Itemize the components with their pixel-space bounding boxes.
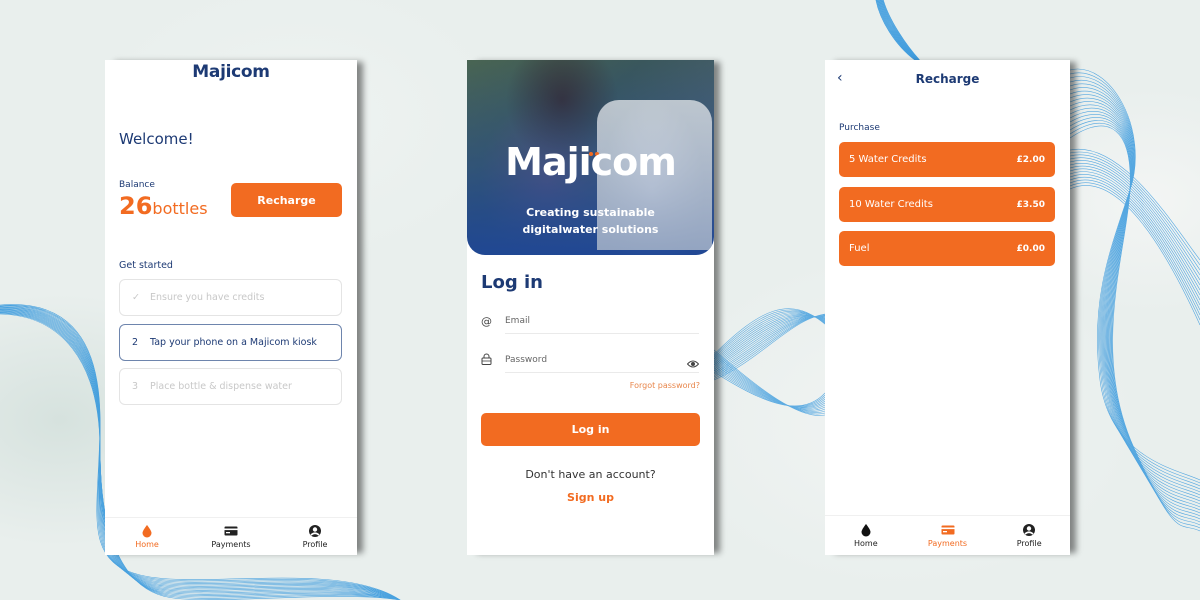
card-icon	[941, 525, 954, 535]
login-button[interactable]: Log in	[481, 413, 700, 446]
nav-label: Profile	[302, 540, 328, 549]
balance-number: 26	[119, 192, 153, 220]
option-label: 10 Water Credits	[849, 199, 933, 210]
wave-line	[1069, 151, 1200, 266]
option-price: £2.00	[1016, 154, 1045, 165]
nav-label: Home	[854, 539, 878, 548]
wave-line	[1069, 68, 1200, 481]
balance-label: Balance	[119, 180, 155, 190]
tagline-line-2: digitalwater solutions	[522, 223, 659, 236]
step-ensure-credits[interactable]: ✓ Ensure you have credits	[119, 279, 342, 316]
tagline-line-1: Creating sustainable	[526, 206, 655, 219]
sign-up-link[interactable]: Sign up	[467, 491, 714, 504]
wave-line	[1069, 177, 1200, 311]
step-tap-phone[interactable]: 2 Tap your phone on a Majicom kiosk	[119, 324, 342, 361]
bottom-nav: Home Payments Profile	[825, 515, 1070, 555]
step-label: Ensure you have credits	[150, 292, 265, 303]
check-icon: ✓	[132, 292, 140, 303]
balance-value: 26bottles	[119, 192, 208, 220]
wave-line	[1069, 165, 1200, 291]
option-label: Fuel	[849, 243, 870, 254]
option-5-water-credits[interactable]: 5 Water Credits £2.00	[839, 142, 1055, 177]
password-input[interactable]	[505, 347, 699, 373]
recharge-screen: ‹ Recharge Purchase 5 Water Credits £2.0…	[825, 60, 1070, 555]
nav-label: Home	[135, 540, 159, 549]
bottom-nav: Home Payments Profile	[105, 517, 357, 555]
profile-icon	[1023, 524, 1036, 536]
recharge-button[interactable]: Recharge	[231, 183, 342, 217]
profile-icon	[309, 525, 321, 537]
nav-home[interactable]: Home	[825, 516, 907, 555]
majicom-logo: Majicom	[192, 62, 270, 82]
wave-line	[713, 315, 826, 376]
wave-line	[1069, 179, 1200, 316]
wave-line	[713, 315, 826, 366]
tagline: Creating sustainable digitalwater soluti…	[467, 204, 714, 238]
nav-label: Payments	[211, 540, 251, 549]
purchase-label: Purchase	[839, 123, 880, 133]
option-10-water-credits[interactable]: 10 Water Credits £3.50	[839, 187, 1055, 222]
drop-icon	[861, 524, 871, 537]
nav-payments[interactable]: Payments	[907, 516, 989, 555]
at-icon: @	[481, 314, 492, 328]
page-title: Recharge	[915, 72, 980, 86]
email-input[interactable]	[505, 308, 699, 334]
forgot-password-link[interactable]: Forgot password?	[630, 381, 700, 390]
login-screen: Majicom Creating sustainable digitalwate…	[467, 60, 714, 555]
wave-line	[881, 0, 919, 61]
get-started-label: Get started	[119, 260, 173, 271]
nav-home[interactable]: Home	[105, 518, 189, 555]
wave-line	[713, 313, 826, 361]
step-label: Place bottle & dispense water	[150, 381, 292, 392]
eye-icon[interactable]	[686, 354, 700, 373]
card-icon	[224, 526, 238, 536]
hero-logo: Majicom	[505, 140, 677, 184]
option-label: 5 Water Credits	[849, 154, 927, 165]
lock-icon	[481, 353, 505, 368]
login-title: Log in	[481, 272, 543, 293]
option-fuel[interactable]: Fuel £0.00	[839, 231, 1055, 266]
step-number: 3	[132, 381, 139, 392]
step-number: 2	[132, 337, 139, 348]
email-field-row: @	[481, 308, 699, 334]
nav-label: Payments	[927, 539, 968, 548]
balance-unit: bottles	[152, 199, 208, 218]
no-account-text: Don't have an account?	[525, 468, 656, 481]
option-price: £0.00	[1016, 243, 1045, 254]
hero-image: Majicom Creating sustainable digitalwate…	[467, 60, 714, 255]
password-field-row	[481, 347, 700, 373]
home-screen: Majicom Welcome! Balance 26bottles Recha…	[105, 60, 357, 555]
nav-label: Profile	[1016, 539, 1042, 548]
step-label: Tap your phone on a Majicom kiosk	[150, 337, 317, 348]
nav-profile[interactable]: Profile	[988, 516, 1070, 555]
wave-line	[713, 316, 826, 372]
nav-payments[interactable]: Payments	[189, 518, 273, 555]
wave-line	[1069, 168, 1200, 296]
wave-line	[713, 313, 826, 363]
step-dispense-water[interactable]: 3 Place bottle & dispense water	[119, 368, 342, 405]
welcome-heading: Welcome!	[119, 130, 194, 148]
wave-line	[1069, 117, 1200, 523]
wave-line	[1069, 72, 1200, 484]
nav-profile[interactable]: Profile	[273, 518, 357, 555]
option-price: £3.50	[1016, 199, 1045, 210]
drop-icon	[142, 525, 152, 538]
